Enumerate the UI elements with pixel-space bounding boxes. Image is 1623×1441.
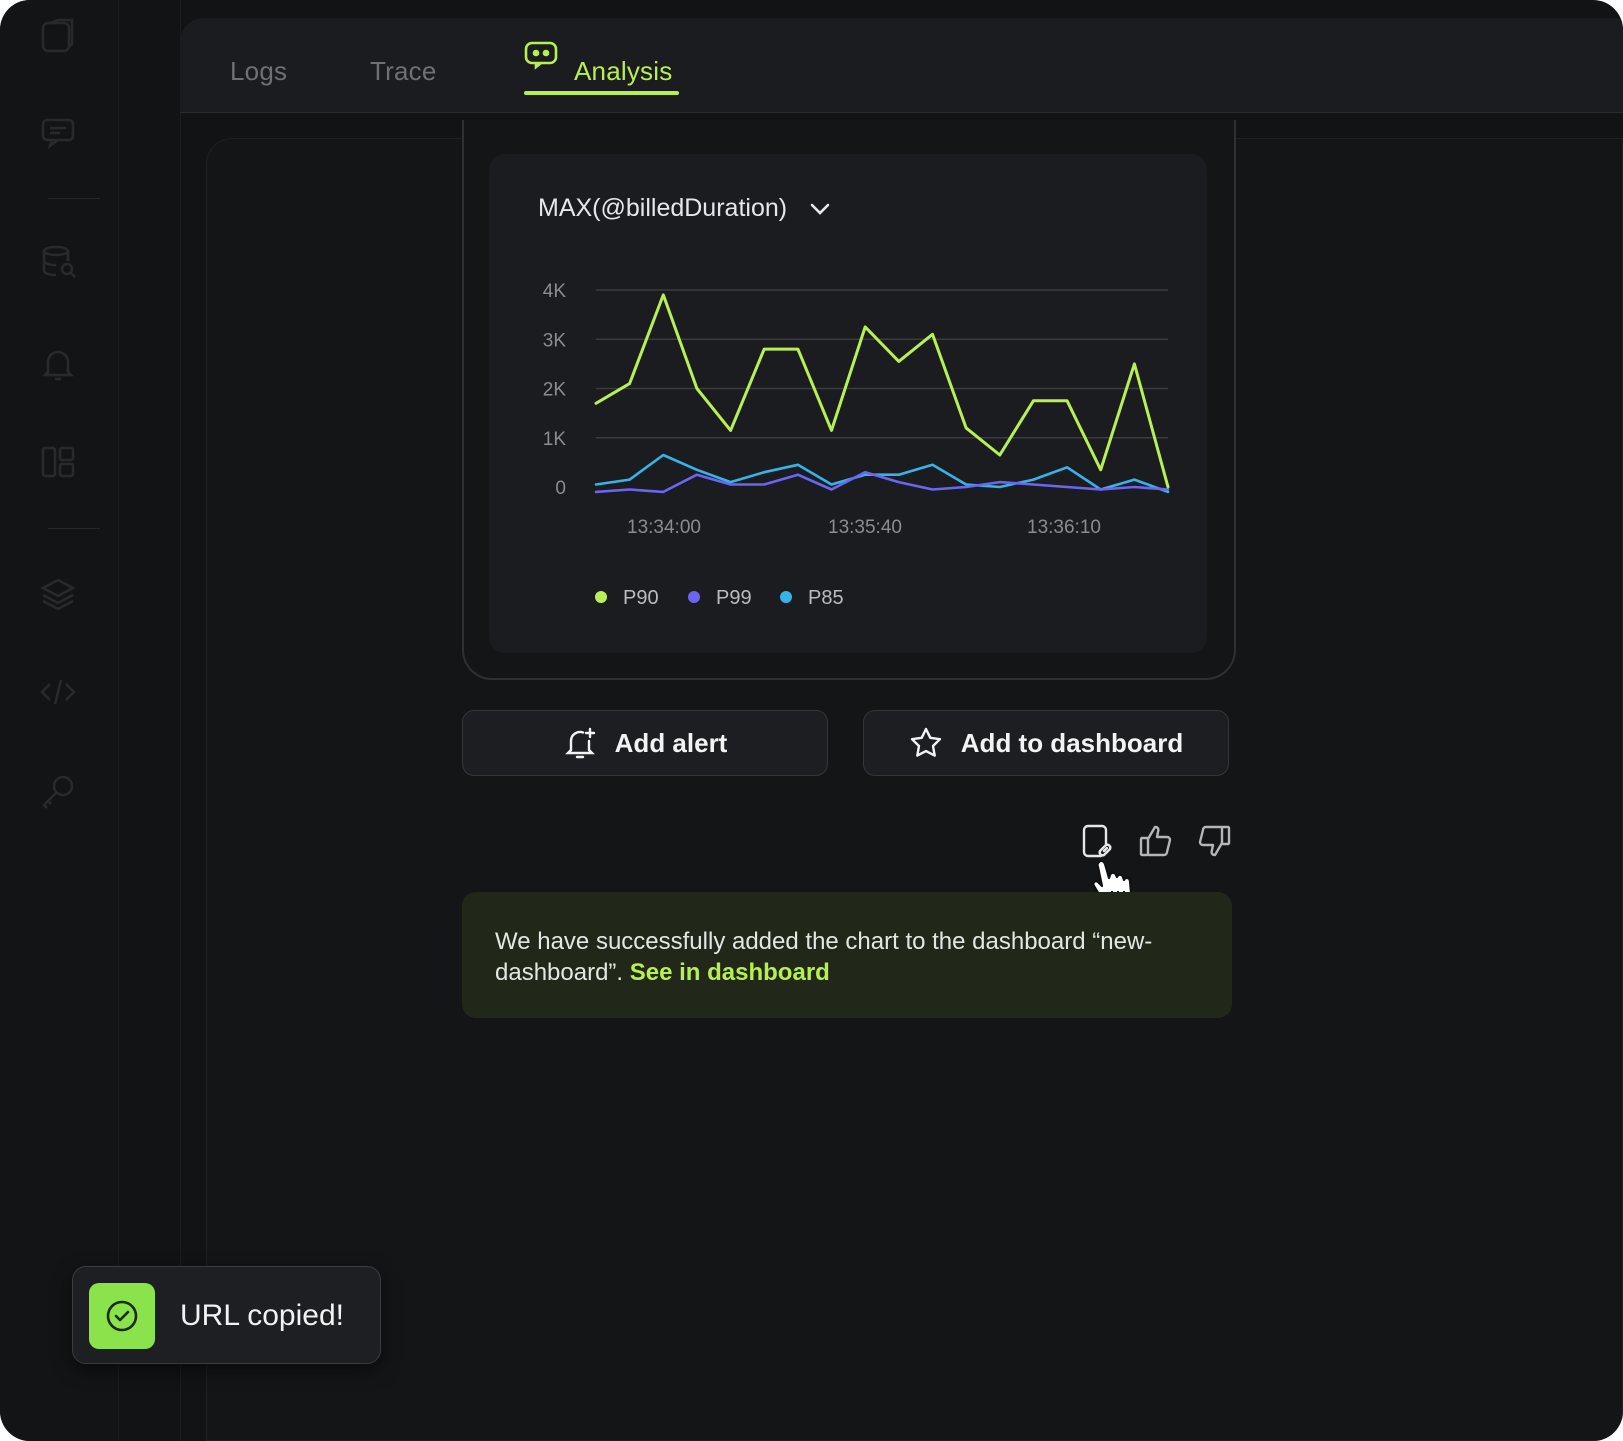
line-chart: 4K 3K 2K 1K 0 13:34:00 13:35:40 13:36:10 P90 P99 P… xyxy=(543,281,1170,609)
toast-notification: URL copied! xyxy=(72,1266,381,1364)
legend-label: P99 xyxy=(716,587,752,609)
y-tick-label: 1K xyxy=(543,429,567,450)
tab-analysis[interactable]: Analysis xyxy=(574,56,672,87)
add-alert-button[interactable]: Add alert xyxy=(462,710,828,776)
sidebar-divider xyxy=(48,528,100,529)
y-tick-label: 0 xyxy=(555,478,566,499)
x-tick-label: 13:34:00 xyxy=(627,517,701,538)
legend-label: P85 xyxy=(808,587,844,609)
star-icon xyxy=(910,727,941,757)
bell-icon[interactable] xyxy=(38,344,78,384)
legend-marker xyxy=(780,591,792,603)
x-tick-label: 13:35:40 xyxy=(828,517,902,538)
legend-marker xyxy=(595,591,607,603)
tab-logs[interactable]: Logs xyxy=(230,56,287,87)
y-tick-label: 4K xyxy=(543,281,567,302)
database-search-icon[interactable] xyxy=(38,242,78,282)
series-line-p85 xyxy=(594,453,1170,494)
thumbs-down-icon[interactable] xyxy=(1195,822,1233,860)
logo-icon[interactable] xyxy=(38,16,78,56)
key-icon[interactable] xyxy=(38,772,78,812)
tab-bar: Logs Trace xyxy=(180,18,1623,113)
see-in-dashboard-link[interactable]: See in dashboard xyxy=(630,959,830,986)
sidebar-rail xyxy=(0,0,119,1441)
x-tick-label: 13:36:10 xyxy=(1027,517,1101,538)
chat-icon[interactable] xyxy=(38,112,78,152)
y-tick-label: 2K xyxy=(543,380,567,401)
add-alert-label: Add alert xyxy=(614,727,728,758)
metric-selector[interactable]: MAX(@billedDuration) xyxy=(538,194,831,223)
robot-icon xyxy=(524,40,558,70)
toast-text: URL copied! xyxy=(180,1299,344,1332)
metric-selector-label: MAX(@billedDuration) xyxy=(538,194,788,222)
sidebar-divider xyxy=(48,198,100,199)
check-circle-icon xyxy=(106,1300,138,1332)
add-to-dashboard-label: Add to dashboard xyxy=(960,727,1184,758)
dashboard-icon[interactable] xyxy=(38,442,78,482)
bell-plus-icon xyxy=(564,727,595,759)
layers-icon[interactable] xyxy=(38,574,78,614)
chevron-down-icon xyxy=(810,203,830,215)
app-window: Logs Trace Analysis 4K 3K 2K 1K 0 13:34:00 13:… xyxy=(0,0,1623,1441)
legend-label: P90 xyxy=(623,587,659,609)
add-to-dashboard-button[interactable]: Add to dashboard xyxy=(863,710,1229,776)
success-message: We have successfully added the chart to … xyxy=(462,892,1232,1018)
thumbs-up-icon[interactable] xyxy=(1137,822,1175,860)
copy-link-icon[interactable] xyxy=(1079,822,1117,860)
series-line-p90 xyxy=(594,293,1170,489)
tab-trace[interactable]: Trace xyxy=(370,56,437,87)
secondary-rail xyxy=(118,0,181,1441)
y-tick-label: 3K xyxy=(543,330,567,351)
legend-marker xyxy=(688,591,700,603)
code-icon[interactable] xyxy=(38,672,78,712)
active-tab-indicator xyxy=(524,91,679,95)
toast-badge xyxy=(89,1283,155,1349)
